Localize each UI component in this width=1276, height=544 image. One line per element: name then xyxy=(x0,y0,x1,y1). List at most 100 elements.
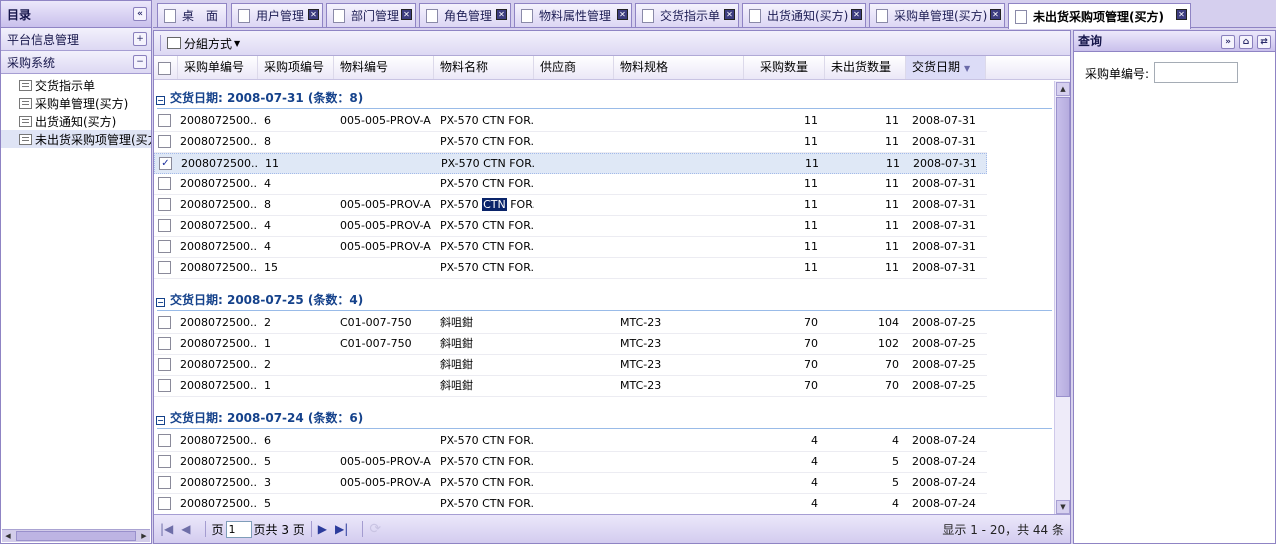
page-number-input[interactable]: 1 xyxy=(225,520,252,538)
select-all-checkbox[interactable] xyxy=(158,62,171,75)
table-row[interactable]: 2008072500... 6 005-005-PROV-A PX-570 CTN F… xyxy=(154,111,987,132)
close-icon[interactable]: ✕ xyxy=(1176,9,1187,20)
column-header-purchase-qty[interactable]: 采购数量 xyxy=(744,56,825,79)
nav-section-purchase[interactable]: 采购系统 − xyxy=(1,51,151,74)
tab-user-management[interactable]: 用户管理 ✕ xyxy=(231,3,323,27)
row-checkbox[interactable] xyxy=(158,497,171,510)
row-checkbox[interactable] xyxy=(158,434,171,447)
row-checkbox[interactable] xyxy=(158,219,171,232)
close-icon[interactable]: ✕ xyxy=(724,9,735,20)
row-checkbox[interactable] xyxy=(158,316,171,329)
column-header-pending-qty[interactable]: 未出货数量 xyxy=(825,56,906,79)
scroll-right-icon[interactable]: ▶ xyxy=(138,530,150,542)
collapse-icon[interactable]: − xyxy=(133,55,147,69)
row-checkbox[interactable] xyxy=(158,455,171,468)
cell-supplier xyxy=(534,494,614,514)
close-icon[interactable]: ✕ xyxy=(851,9,862,20)
next-page-icon[interactable]: ▶ xyxy=(318,522,327,536)
table-row[interactable]: 2008072500... 3 005-005-PROV-A PX-570 CTN F… xyxy=(154,473,987,494)
group-collapse-icon[interactable]: − xyxy=(156,416,165,425)
reset-icon[interactable]: ⇄ xyxy=(1257,35,1271,49)
close-icon[interactable]: ✕ xyxy=(496,9,507,20)
table-row[interactable]: ✓ 2008072500... 11 PX-570 CTN FOR... 11 11 200… xyxy=(154,153,987,174)
tab-desktop[interactable]: 桌 面 xyxy=(157,3,227,27)
table-row[interactable]: 2008072500... 4 PX-570 CTN FOR... 11 11 2008-… xyxy=(154,174,987,195)
group-by-button[interactable]: 分組方式 ▼ xyxy=(167,35,240,52)
cell-supplier xyxy=(534,376,614,396)
column-header-delivery-date[interactable]: 交货日期 ▼ xyxy=(906,56,986,79)
nav-horizontal-scrollbar[interactable]: ◀ ▶ xyxy=(2,529,150,542)
tab-role-management[interactable]: 角色管理 ✕ xyxy=(419,3,511,27)
tree-item-delivery-instruction[interactable]: 交货指示单 xyxy=(1,76,151,94)
refresh-icon[interactable]: ⟳ xyxy=(369,521,381,537)
group-collapse-icon[interactable]: − xyxy=(156,96,165,105)
collapse-right-icon[interactable]: » xyxy=(1221,35,1235,49)
scroll-thumb[interactable] xyxy=(16,531,136,541)
column-header-material-code[interactable]: 物料编号 xyxy=(334,56,434,79)
tab-unshipped-items[interactable]: 未出货采购项管理(买方) ✕ xyxy=(1008,3,1191,29)
scroll-left-icon[interactable]: ◀ xyxy=(2,530,14,542)
nav-section-platform[interactable]: 平台信息管理 + xyxy=(1,28,151,51)
column-header-material-spec[interactable]: 物料规格 xyxy=(614,56,744,79)
row-checkbox[interactable] xyxy=(158,240,171,253)
group-collapse-icon[interactable]: − xyxy=(156,298,165,307)
table-row[interactable]: 2008072500... 2 斜咀鉗 MTC-23 70 70 2008-07-25 xyxy=(154,355,987,376)
tab-shipping-notice[interactable]: 出货通知(买方) ✕ xyxy=(742,3,866,27)
group-header[interactable]: − 交货日期: 2008-07-31 (条数：8) xyxy=(154,87,1054,109)
table-row[interactable]: 2008072500... 5 005-005-PROV-A PX-570 CTN F… xyxy=(154,452,987,473)
prev-page-icon[interactable]: ◀ xyxy=(181,522,190,536)
row-checkbox[interactable] xyxy=(158,177,171,190)
group-header[interactable]: − 交货日期: 2008-07-25 (条数：4) xyxy=(154,289,1054,311)
close-icon[interactable]: ✕ xyxy=(401,9,412,20)
table-row[interactable]: 2008072500... 2 C01-007-750 斜咀鉗 MTC-23 70 104 2… xyxy=(154,313,987,334)
column-header-material-name[interactable]: 物料名称 xyxy=(434,56,534,79)
table-row[interactable]: 2008072500... 15 PX-570 CTN FOR... 11 11 2008… xyxy=(154,258,987,279)
group-header[interactable]: − 交货日期: 2008-07-24 (条数：6) xyxy=(154,407,1054,429)
scroll-thumb[interactable] xyxy=(1056,97,1070,397)
collapse-left-icon[interactable]: « xyxy=(133,7,147,21)
row-checkbox[interactable] xyxy=(158,135,171,148)
po-number-input[interactable] xyxy=(1154,62,1238,83)
header-select-all[interactable] xyxy=(154,56,178,79)
tree-item-unshipped-items[interactable]: 未出货采购项管理(买方) xyxy=(1,130,151,148)
cell-supplier xyxy=(534,473,614,493)
column-header-po-number[interactable]: 采购单编号 xyxy=(178,56,258,79)
tree-item-shipping-notice[interactable]: 出货通知(买方) xyxy=(1,112,151,130)
table-row[interactable]: 2008072500... 8 005-005-PROV-A PX-570 CTN F… xyxy=(154,195,987,216)
scroll-down-icon[interactable]: ▼ xyxy=(1056,500,1070,514)
table-row[interactable]: 2008072500... 4 005-005-PROV-A PX-570 CTN F… xyxy=(154,237,987,258)
row-checkbox[interactable]: ✓ xyxy=(159,157,172,170)
tab-po-management[interactable]: 采购单管理(买方) ✕ xyxy=(869,3,1005,27)
table-row[interactable]: 2008072500... 1 斜咀鉗 MTC-23 70 70 2008-07-25 xyxy=(154,376,987,397)
row-checkbox[interactable] xyxy=(158,337,171,350)
first-page-icon[interactable]: |◀ xyxy=(160,522,173,536)
grid-vertical-scrollbar[interactable]: ▲ ▼ xyxy=(1054,81,1070,515)
close-icon[interactable]: ✕ xyxy=(308,9,319,20)
close-icon[interactable]: ✕ xyxy=(990,9,1001,20)
cell-delivery-date: 2008-07-31 xyxy=(912,261,976,274)
tree-item-po-management[interactable]: 采购单管理(买方) xyxy=(1,94,151,112)
row-checkbox[interactable] xyxy=(158,358,171,371)
row-checkbox[interactable] xyxy=(158,261,171,274)
row-checkbox[interactable] xyxy=(158,379,171,392)
column-header-supplier[interactable]: 供应商 xyxy=(534,56,614,79)
row-checkbox[interactable] xyxy=(158,476,171,489)
tab-dept-management[interactable]: 部门管理 ✕ xyxy=(326,3,416,27)
row-checkbox[interactable] xyxy=(158,114,171,127)
po-number-label: 采购单编号: xyxy=(1085,67,1150,81)
table-row[interactable]: 2008072500... 6 PX-570 CTN FOR... 4 4 2008-07… xyxy=(154,431,987,452)
row-checkbox[interactable] xyxy=(158,198,171,211)
table-row[interactable]: 2008072500... 8 PX-570 CTN FOR... 11 11 2008-… xyxy=(154,132,987,153)
scroll-up-icon[interactable]: ▲ xyxy=(1056,82,1070,96)
last-page-icon[interactable]: ▶| xyxy=(335,522,348,536)
table-row[interactable]: 2008072500... 5 PX-570 CTN FOR... 4 4 2008-07… xyxy=(154,494,987,515)
cell-item-number: 11 xyxy=(265,157,279,170)
expand-icon[interactable]: + xyxy=(133,32,147,46)
column-header-item-number[interactable]: 采购项编号 xyxy=(258,56,334,79)
tab-material-attr[interactable]: 物料属性管理 ✕ xyxy=(514,3,632,27)
search-icon[interactable]: ⌂ xyxy=(1239,35,1253,49)
close-icon[interactable]: ✕ xyxy=(617,9,628,20)
table-row[interactable]: 2008072500... 1 C01-007-750 斜咀鉗 MTC-23 70 102 2… xyxy=(154,334,987,355)
tab-delivery-instruction[interactable]: 交货指示单 ✕ xyxy=(635,3,739,27)
table-row[interactable]: 2008072500... 4 005-005-PROV-A PX-570 CTN F… xyxy=(154,216,987,237)
